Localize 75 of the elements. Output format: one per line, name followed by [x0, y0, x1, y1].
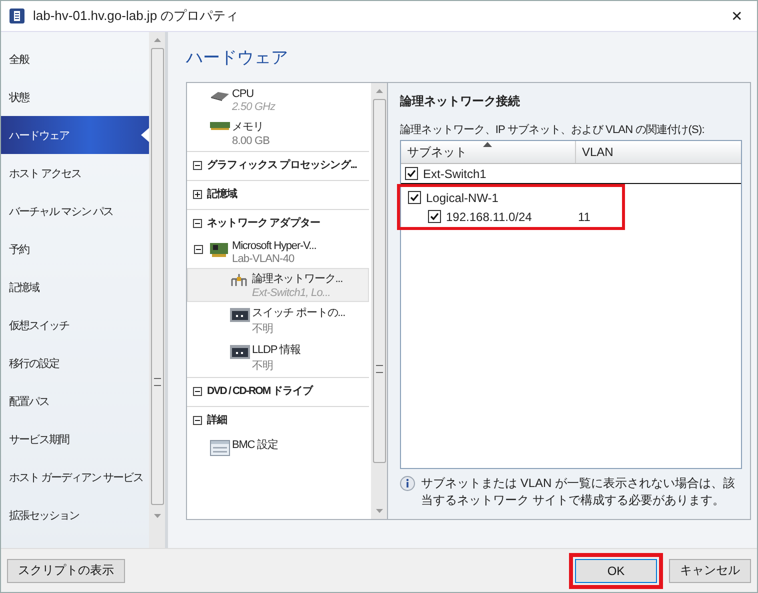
section-heading: 論理ネットワーク接続 [400, 93, 521, 110]
item-detail: 不明 [252, 359, 274, 373]
item-label: 論理ネットワーク... [252, 272, 343, 286]
sidebar-item[interactable]: 移行の設定 [1, 344, 149, 382]
chip-icon [210, 91, 230, 101]
window-title: lab-hv-01.hv.go-lab.jp のプロパティ [33, 7, 240, 25]
subnet-cell: Logical-NW-1 [426, 190, 498, 204]
memory-icon [210, 122, 230, 130]
checkbox[interactable] [405, 167, 418, 180]
collapse-button[interactable] [193, 416, 202, 424]
sidebar-item[interactable]: ホスト ガーディアン サービス [1, 458, 149, 496]
item-label: メモリ [232, 120, 264, 134]
item-label: LLDP 情報 [252, 343, 300, 357]
expand-button[interactable] [193, 190, 202, 198]
window-icon [210, 440, 230, 456]
sidebar-item[interactable]: 仮想スイッチ [1, 306, 149, 344]
table-label: 論理ネットワーク、IP サブネット、および VLAN の関連付け(S): [400, 122, 706, 137]
checkbox[interactable] [428, 210, 441, 223]
sidebar-item[interactable]: ホスト アクセス [1, 154, 149, 192]
item-detail: 不明 [252, 322, 274, 336]
item-label: CPU [232, 88, 254, 100]
column-header[interactable]: サブネット [401, 141, 576, 163]
table-row[interactable]: Ext-Switch1 [401, 164, 741, 184]
tree-item[interactable]: BMC 設定 [187, 434, 369, 459]
collapse-button[interactable] [194, 245, 203, 254]
item-label: Microsoft Hyper-V... [232, 240, 316, 252]
dialog-button[interactable]: スクリプトの表示 [7, 558, 125, 582]
tree-item[interactable]: CPU 2.50 GHz [187, 85, 369, 116]
sort-arrow-icon [483, 142, 492, 147]
item-label: BMC 設定 [232, 438, 278, 452]
port-icon [230, 345, 250, 359]
collapse-button[interactable] [193, 160, 202, 170]
item-detail: Ext-Switch1, Lo... [252, 287, 332, 299]
dialog-button[interactable]: キャンセル [669, 558, 751, 582]
table-row[interactable]: Logical-NW-1 [404, 188, 622, 207]
port-icon [230, 308, 250, 322]
subnet-cell: 192.168.11.0/24 [446, 210, 532, 224]
network-card-icon [210, 243, 228, 257]
section-heading: 詳細 [207, 413, 228, 427]
tree-item[interactable]: LLDP 情報 不明 [187, 339, 369, 376]
collapse-button[interactable] [193, 386, 202, 396]
sidebar-item[interactable]: バーチャル マシン パス [1, 192, 149, 230]
item-label: スイッチ ポートの... [252, 306, 346, 320]
app-icon [9, 8, 25, 24]
sidebar-item[interactable]: 予約 [1, 230, 149, 268]
section-heading: 記憶域 [207, 187, 238, 201]
tree-item[interactable]: Microsoft Hyper-V... Lab-VLAN-40 [187, 237, 369, 268]
subnet-cell: Ext-Switch1 [423, 166, 486, 180]
section-heading: グラフィックス プロセッシング... [207, 158, 356, 172]
sidebar-item[interactable]: ハードウェア [1, 116, 149, 154]
table-row[interactable]: 192.168.11.0/24 11 [404, 207, 622, 226]
sidebar-item[interactable]: 拡張セッション [1, 496, 149, 534]
collapse-button[interactable] [193, 218, 202, 228]
sidebar-item[interactable]: サービス期間 [1, 420, 149, 458]
section-heading: DVD / CD-ROM ドライブ [207, 384, 313, 398]
section-heading: ネットワーク アダプター [207, 216, 320, 230]
close-button[interactable]: ✕ [725, 6, 749, 26]
vlan-cell: 11 [578, 210, 590, 224]
sidebar-item[interactable]: 状態 [1, 78, 149, 116]
sidebar-item[interactable]: 全般 [1, 40, 149, 78]
ok-button[interactable]: OK [575, 558, 657, 582]
tree-item[interactable]: メモリ 8.00 GB [187, 116, 369, 150]
info-icon [400, 476, 415, 491]
info-note: サブネットまたは VLAN が一覧に表示されない場合は、該当するネットワーク サイトで構成する必要があります。 [421, 475, 736, 509]
sidebar-item[interactable]: 配置パス [1, 382, 149, 420]
tree-item[interactable]: 論理ネットワーク... Ext-Switch1, Lo... [187, 268, 369, 302]
network-icon [230, 274, 248, 286]
tree-item[interactable]: スイッチ ポートの... 不明 [187, 302, 369, 339]
item-detail: 2.50 GHz [232, 101, 276, 113]
page-title: ハードウェア [186, 47, 289, 69]
column-header[interactable]: VLAN [576, 141, 741, 163]
checkbox[interactable] [408, 191, 421, 204]
sidebar-item[interactable]: 記憶域 [1, 268, 149, 306]
item-detail: 8.00 GB [232, 135, 270, 147]
item-detail: Lab-VLAN-40 [232, 253, 296, 265]
